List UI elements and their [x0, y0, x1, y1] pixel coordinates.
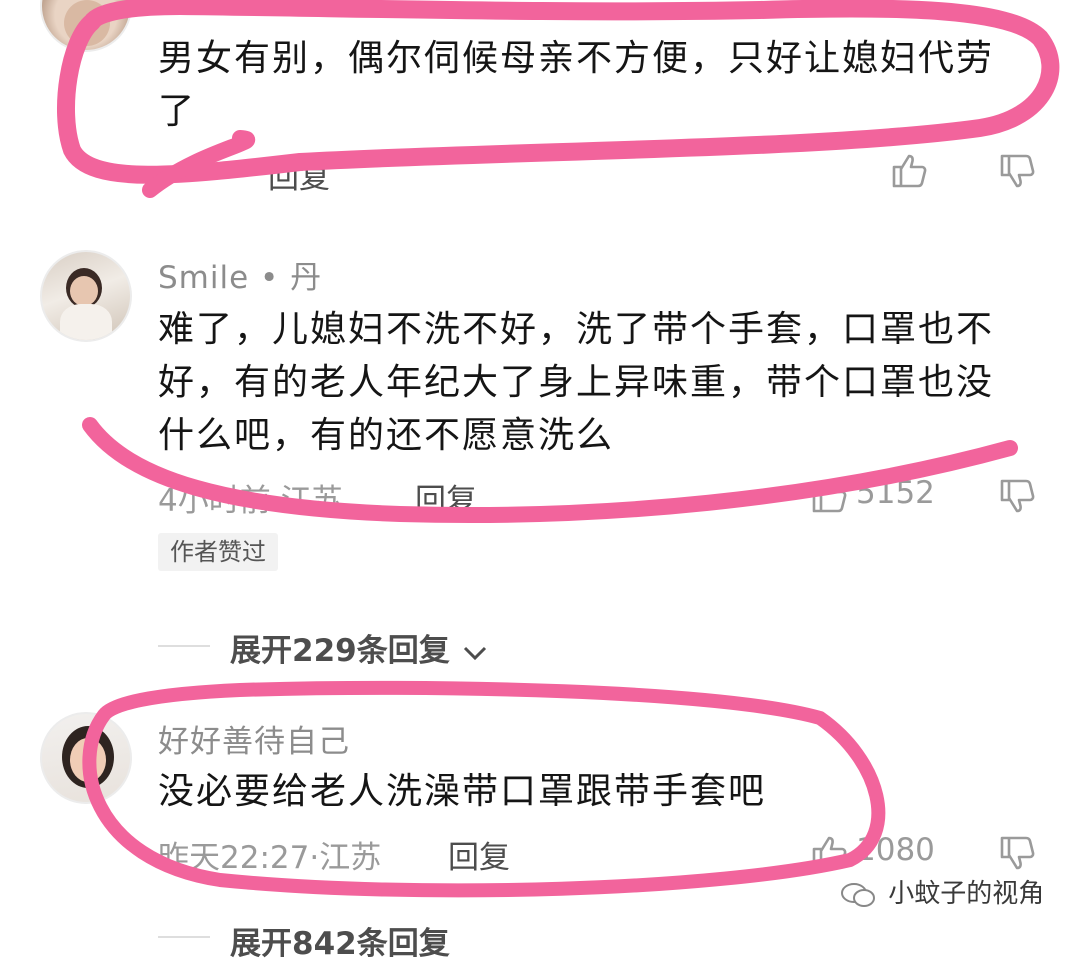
watermark: 小蚊子的视角: [840, 873, 1044, 910]
highlight-stroke: [142, 130, 256, 198]
avatar-face: [70, 738, 106, 782]
thumbs-up-icon[interactable]: [810, 832, 850, 872]
expand-replies-button[interactable]: 展开229条回复: [230, 625, 489, 670]
avatar[interactable]: [40, 250, 132, 342]
like-count: 5152: [856, 475, 935, 511]
thumbs-up-icon[interactable]: [890, 150, 930, 190]
divider: [158, 645, 210, 647]
comment-line: 好，有的老人年纪大了身上异味重，带个口罩也没: [158, 362, 995, 403]
comment-text: 没必要给老人洗澡带口罩跟带手套吧: [158, 771, 767, 812]
like-count: 1080: [856, 832, 935, 868]
comment-meta: 4小时前·江苏: [158, 483, 343, 519]
comment-text: 男女有别，偶尔伺候母亲不方便，只好让媳妇代劳 了: [158, 32, 1038, 138]
avatar-body: [60, 304, 112, 340]
comment-line: 男女有别，偶尔伺候母亲不方便，只好让媳妇代劳: [158, 38, 995, 79]
comment-line: 了: [158, 91, 197, 132]
thumbs-down-icon[interactable]: [998, 834, 1038, 874]
chevron-down-icon: [463, 646, 486, 660]
comment-meta: 昨天22:27·江苏: [158, 840, 382, 876]
divider: [158, 936, 210, 938]
avatar-face: [70, 276, 98, 306]
avatar-face: [64, 0, 110, 46]
wechat-icon: [841, 882, 875, 907]
expand-replies-label: 展开842条回复: [230, 926, 450, 962]
thumbs-down-icon[interactable]: [998, 152, 1038, 192]
avatar[interactable]: [40, 712, 132, 804]
watermark-text: 小蚊子的视角: [888, 879, 1045, 909]
reply-button[interactable]: 回复: [448, 832, 510, 877]
reply-button[interactable]: 回复: [268, 152, 330, 197]
expand-replies-label: 展开229条回复: [230, 633, 450, 669]
expand-replies-button[interactable]: 展开842条回复: [230, 918, 450, 963]
comment-line: 难了，儿媳妇不洗不好，洗了带个手套，口罩也不: [158, 309, 995, 350]
username[interactable]: Smile • 丹: [158, 252, 322, 297]
reply-button[interactable]: 回复: [415, 475, 477, 520]
username[interactable]: 好好善待自己: [158, 716, 350, 761]
comment-text: 难了，儿媳妇不洗不好，洗了带个手套，口罩也不 好，有的老人年纪大了身上异味重，带…: [158, 303, 1038, 462]
thumbs-down-icon[interactable]: [998, 477, 1038, 517]
comment-line: 什么吧，有的还不愿意洗么: [158, 415, 615, 456]
avatar[interactable]: [40, 0, 132, 52]
author-liked-badge: 作者赞过: [158, 533, 278, 571]
thumbs-up-icon[interactable]: [810, 475, 850, 515]
